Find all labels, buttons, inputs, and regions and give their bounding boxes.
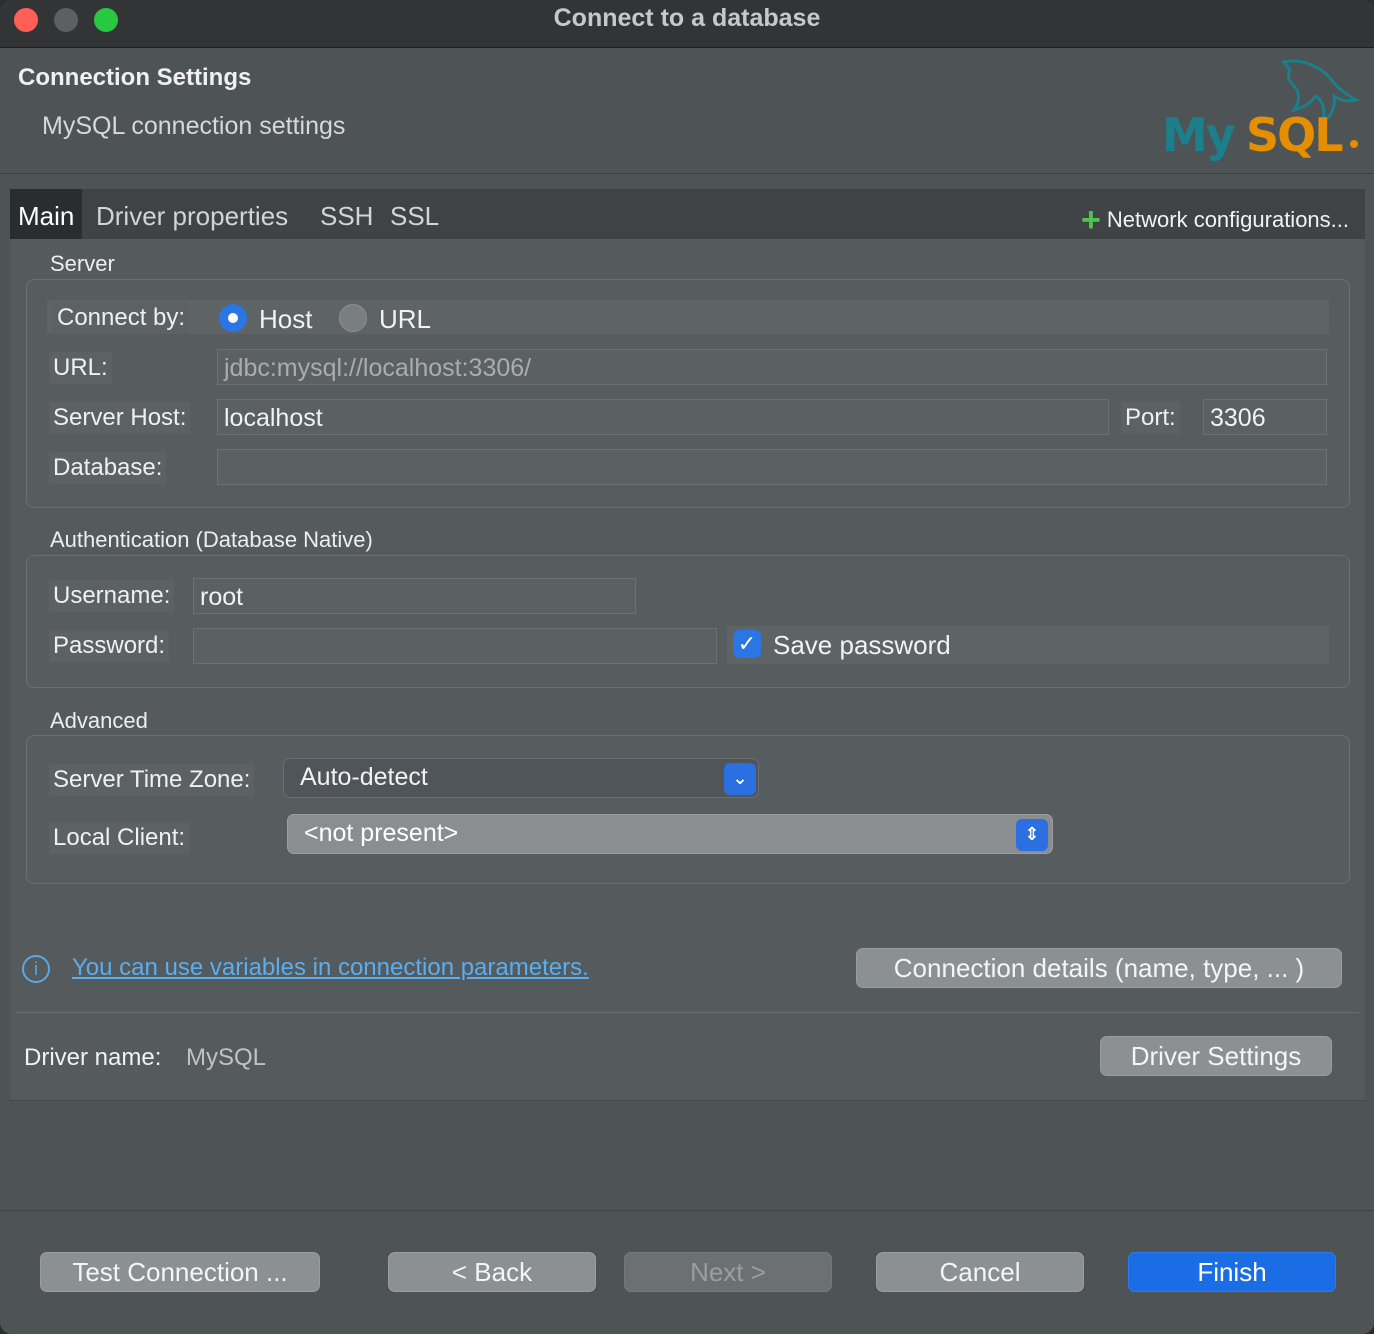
connection-details-button[interactable]: Connection details (name, type, ... ) <box>856 948 1342 988</box>
up-down-chevron-icon: ⇕ <box>1016 819 1048 851</box>
local-client-label: Local Client: <box>49 822 190 854</box>
database-label: Database: <box>49 452 167 484</box>
port-label: Port: <box>1121 402 1180 434</box>
auth-group: Username: root Password: ✓ Save password <box>26 555 1350 688</box>
cancel-button[interactable]: Cancel <box>876 1252 1084 1292</box>
page-title: Connection Settings <box>18 64 252 91</box>
main-tab-content: Server Connect by: Host URL URL: jdbc:my… <box>10 239 1365 1101</box>
next-button[interactable]: Next > <box>624 1252 832 1292</box>
url-field[interactable]: jdbc:mysql://localhost:3306/ <box>217 349 1327 385</box>
info-icon: i <box>22 955 50 983</box>
advanced-section-label: Advanced <box>50 708 148 733</box>
tab-ssl[interactable]: SSL <box>382 189 447 239</box>
page-subtitle: MySQL connection settings <box>42 112 346 140</box>
back-button[interactable]: < Back <box>388 1252 596 1292</box>
server-time-zone-label: Server Time Zone: <box>49 764 255 796</box>
svg-text:SQL: SQL <box>1246 108 1343 162</box>
server-section-label: Server <box>50 251 115 276</box>
mysql-logo: My SQL <box>1162 59 1361 162</box>
url-radio-label: URL <box>379 304 432 334</box>
chevron-down-icon: ⌄ <box>724 763 756 795</box>
server-host-field[interactable]: localhost <box>217 399 1109 435</box>
server-host-label: Server Host: <box>49 402 191 434</box>
database-field[interactable] <box>217 449 1327 485</box>
host-radio[interactable] <box>219 304 247 332</box>
save-password-checkbox[interactable]: ✓ <box>733 630 761 658</box>
driver-name-label: Driver name: <box>24 1044 162 1071</box>
url-label: URL: <box>49 352 112 384</box>
dialog-header: Connection Settings MySQL connection set… <box>0 48 1374 174</box>
advanced-group: Server Time Zone: Auto-detect ⌄ Local Cl… <box>26 735 1350 884</box>
window-title: Connect to a database <box>553 4 821 32</box>
username-label: Username: <box>49 580 175 612</box>
url-radio[interactable] <box>339 304 367 332</box>
server-group: Connect by: Host URL URL: jdbc:mysql://l… <box>26 279 1350 508</box>
port-field[interactable]: 3306 <box>1203 399 1327 435</box>
network-configurations-button[interactable]: + Network configurations... <box>1081 201 1349 240</box>
finish-button[interactable]: Finish <box>1128 1252 1336 1292</box>
local-client-value: <not present> <box>304 819 459 847</box>
save-password-label: Save password <box>773 630 951 660</box>
divider <box>16 1012 1359 1013</box>
host-radio-label: Host <box>259 304 313 334</box>
tab-bar: Main Driver properties SSH SSL + Network … <box>10 189 1365 239</box>
svg-text:My: My <box>1162 108 1236 162</box>
dialog-footer: Test Connection ... < Back Next > Cancel… <box>0 1210 1374 1334</box>
network-configurations-label: Network configurations... <box>1106 207 1349 232</box>
connect-by-label: Connect by: <box>53 302 190 334</box>
driver-name-value: MySQL <box>186 1044 267 1071</box>
test-connection-button[interactable]: Test Connection ... <box>40 1252 320 1292</box>
password-field[interactable] <box>193 628 717 664</box>
server-time-zone-select[interactable]: Auto-detect ⌄ <box>283 758 759 798</box>
driver-settings-button[interactable]: Driver Settings <box>1100 1036 1332 1076</box>
password-label: Password: <box>49 630 170 662</box>
dialog-window: Connect to a database Connection Setting… <box>0 0 1374 1334</box>
variables-help-link[interactable]: You can use variables in connection para… <box>72 954 589 982</box>
title-bar: Connect to a database <box>0 0 1374 48</box>
tab-main[interactable]: Main <box>10 189 83 239</box>
server-time-zone-value: Auto-detect <box>300 763 428 791</box>
local-client-select[interactable]: <not present> ⇕ <box>287 814 1053 854</box>
plus-icon: + <box>1081 201 1101 239</box>
auth-section-label: Authentication (Database Native) <box>50 527 373 552</box>
tab-driver-properties[interactable]: Driver properties <box>88 189 296 239</box>
tab-ssh[interactable]: SSH <box>312 189 381 239</box>
username-field[interactable]: root <box>193 578 636 614</box>
